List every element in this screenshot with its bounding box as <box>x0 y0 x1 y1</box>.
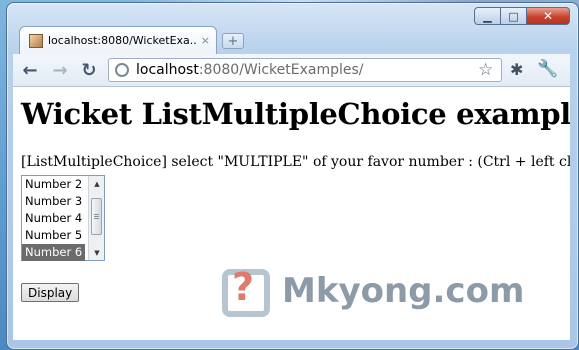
minimize-button[interactable]: ▁ <box>474 7 501 25</box>
number-multiselect[interactable]: Number 2 Number 3 Number 4 Number 5 Numb… <box>21 175 105 261</box>
thumb-grip <box>94 216 99 217</box>
scroll-down-arrow-icon[interactable]: ▼ <box>89 245 105 260</box>
browser-toolbar: ← → ↻ localhost:8080/WicketExamples/ ☆ ✱… <box>13 54 570 87</box>
url-host: localhost <box>136 62 199 78</box>
display-button[interactable]: Display <box>21 283 80 302</box>
browser-tab[interactable]: localhost:8080/WicketExa... × <box>19 26 217 54</box>
globe-icon <box>115 63 129 77</box>
extension-icon[interactable]: ✱ <box>510 60 523 79</box>
question-mark-icon: ? <box>232 265 255 309</box>
new-tab-button[interactable]: + <box>222 33 244 49</box>
reload-button[interactable]: ↻ <box>79 59 99 81</box>
close-window-button[interactable]: ✕ <box>526 7 570 25</box>
back-button[interactable]: ← <box>20 59 40 81</box>
window-controls: ▁ □ ✕ <box>474 7 570 25</box>
wrench-menu-icon[interactable]: 🔧 <box>537 59 558 79</box>
list-option-number-4[interactable]: Number 4 <box>22 210 85 227</box>
tab-close-icon[interactable]: × <box>201 34 210 47</box>
bookmark-star-icon[interactable]: ☆ <box>478 60 493 80</box>
page-favicon-icon <box>29 33 43 48</box>
page-viewport: Wicket ListMultipleChoice example [ListM… <box>13 87 570 340</box>
list-option-number-3[interactable]: Number 3 <box>22 193 85 210</box>
thumb-grip <box>94 218 99 219</box>
thumb-grip <box>94 214 99 215</box>
list-option-number-6[interactable]: Number 6 <box>22 244 85 261</box>
tab-title: localhost:8080/WicketExa... <box>48 34 197 47</box>
page-title: Wicket ListMultipleChoice example <box>21 97 570 131</box>
url-path: :8080/WicketExamples/ <box>198 62 364 78</box>
list-option-number-5[interactable]: Number 5 <box>22 227 85 244</box>
selection-prompt: [ListMultipleChoice] select "MULTIPLE" o… <box>21 154 570 170</box>
watermark-logo: ? Mkyong.com <box>222 265 552 329</box>
forward-button[interactable]: → <box>50 59 70 81</box>
address-bar[interactable]: localhost:8080/WicketExamples/ <box>108 58 502 82</box>
watermark-text: Mkyong.com <box>282 271 525 311</box>
url-text: localhost:8080/WicketExamples/ <box>136 62 364 78</box>
scroll-up-arrow-icon[interactable]: ▲ <box>89 176 105 191</box>
scroll-thumb[interactable] <box>91 198 102 235</box>
maximize-button[interactable]: □ <box>500 7 527 25</box>
listbox-scrollbar[interactable]: ▲ ▼ <box>88 176 104 260</box>
list-option-number-2[interactable]: Number 2 <box>22 176 85 193</box>
